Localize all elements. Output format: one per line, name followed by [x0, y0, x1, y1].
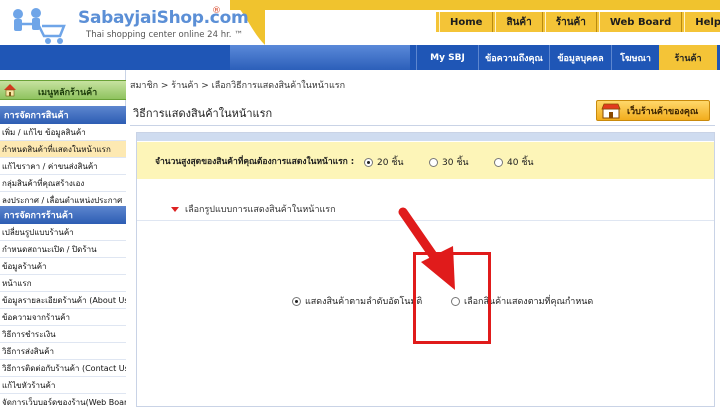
breadcrumb: สมาชิก > ร้านค้า > เลือกวิธีการแสดงสินค้…	[130, 81, 346, 91]
sidebar-item-payment[interactable]: วิธีการชำระเงิน	[0, 326, 126, 343]
quantity-label: จำนวนสูงสุดของสินค้าที่คุณต้องการแสดงในห…	[155, 157, 355, 167]
registered-mark: ®	[212, 6, 221, 16]
radio-selected[interactable]	[364, 157, 373, 167]
sidebar-item-shop-header[interactable]: แก้ไขหัวร้านค้า	[0, 377, 126, 394]
sidebar-item-about-us[interactable]: ข้อมูลรายละเอียดร้านค้า (About Us)	[0, 292, 126, 309]
quantity-option-20[interactable]: 20 ชิ้น	[364, 155, 404, 169]
sidebar-group-products: การจัดการสินค้า	[0, 106, 126, 124]
page-title: วิธีการแสดงสินค้าในหน้าแรก	[133, 107, 273, 120]
sidebar-home-label: เมนูหลักร้านค้า	[38, 88, 98, 98]
sidebar-item-edit-prices[interactable]: แก้ไขราคา / ค่าขนส่งสินค้า	[0, 158, 126, 175]
brand-name: SabayjaiShop.com	[78, 8, 249, 28]
sidebar-item-edit-products[interactable]: เพิ่ม / แก้ไข ข้อมูลสินค้า	[0, 124, 126, 141]
display-option-auto-label: แสดงสินค้าตามลำดับอัตโนมัติ	[305, 297, 423, 307]
sub-nav-my-sbj[interactable]: My SBJ	[416, 45, 478, 70]
sidebar-item-open-close[interactable]: กำหนดสถานะเปิด / ปิดร้าน	[0, 241, 126, 258]
panel-top-strip	[137, 133, 714, 141]
header: SabayjaiShop.com ® Thai shopping center …	[0, 0, 720, 45]
sub-nav-messages[interactable]: ข้อความถึงคุณ	[478, 45, 549, 70]
sidebar-item-homepage[interactable]: หน้าแรก	[0, 275, 126, 292]
top-nav-shops[interactable]: ร้านค้า	[544, 12, 597, 32]
cart-people-icon	[13, 8, 66, 44]
display-mode-section-label: เลือกรูปแบบการแสดงสินค้าในหน้าแรก	[185, 205, 336, 215]
sidebar-item-shop-theme[interactable]: เปลี่ยนรูปแบบร้านค้า	[0, 224, 126, 241]
sidebar-item-shipping[interactable]: วิธีการส่งสินค้า	[0, 343, 126, 360]
quantity-option-20-label: 20 ชิ้น	[377, 158, 404, 168]
title-divider	[130, 125, 715, 126]
house-icon	[4, 84, 16, 97]
sidebar-item-contact-us[interactable]: วิธีการติดต่อกับร้านค้า (Contact Us)	[0, 360, 126, 377]
sidebar-item-shop-message[interactable]: ข้อความจากร้านค้า	[0, 309, 126, 326]
header-bar-highlight	[230, 45, 410, 70]
quantity-option-30[interactable]: 30 ชิ้น	[429, 155, 469, 169]
display-mode-section-toggle[interactable]: เลือกรูปแบบการแสดงสินค้าในหน้าแรก	[171, 202, 336, 216]
quantity-option-40[interactable]: 40 ชิ้น	[494, 155, 534, 169]
quantity-option-40-label: 40 ชิ้น	[507, 158, 534, 168]
sidebar-item-homepage-products[interactable]: กำหนดสินค้าที่แสดงในหน้าแรก	[0, 141, 126, 158]
sub-nav-ads[interactable]: โฆษณา	[611, 45, 659, 70]
top-nav: Home สินค้า ร้านค้า Web Board Help	[436, 12, 720, 32]
top-nav-webboard[interactable]: Web Board	[598, 12, 683, 32]
sidebar-item-shop-info[interactable]: ข้อมูลร้านค้า	[0, 258, 126, 275]
top-nav-home[interactable]: Home	[439, 12, 494, 32]
display-option-auto[interactable]: แสดงสินค้าตามลำดับอัตโนมัติ	[292, 294, 422, 308]
sub-nav-profile[interactable]: ข้อมูลบุคคล	[549, 45, 611, 70]
sidebar-group-shop: การจัดการร้านค้า	[0, 206, 126, 224]
storefront-icon	[601, 103, 621, 118]
sub-nav: My SBJ ข้อความถึงคุณ ข้อมูลบุคคล โฆษณา ร…	[416, 45, 717, 70]
radio-unselected[interactable]	[429, 157, 438, 167]
brand-logo[interactable]: SabayjaiShop.com ® Thai shopping center …	[8, 4, 249, 44]
brand-tagline: Thai shopping center online 24 hr. ™	[86, 30, 243, 40]
radio-selected[interactable]	[292, 296, 301, 306]
quantity-row: จำนวนสูงสุดของสินค้าที่คุณต้องการแสดงในห…	[137, 142, 714, 179]
view-shop-label: เว็บร้านค้าของคุณ	[627, 106, 699, 117]
pointer-arrow-icon	[398, 207, 455, 290]
quantity-option-30-label: 30 ชิ้น	[442, 158, 469, 168]
top-nav-help[interactable]: Help	[684, 12, 720, 32]
sub-nav-shop[interactable]: ร้านค้า	[659, 45, 717, 70]
header-stripe	[230, 0, 720, 10]
sidebar: เมนูหลักร้านค้า การจัดการสินค้า เพิ่ม / …	[0, 70, 126, 407]
sidebar-item-web-board[interactable]: จัดการเว็บบอร์ดของร้าน(Web Board)	[0, 394, 126, 407]
caret-down-icon	[171, 206, 179, 212]
view-shop-button[interactable]: เว็บร้านค้าของคุณ	[596, 100, 710, 121]
top-nav-products[interactable]: สินค้า	[495, 12, 543, 32]
sidebar-home[interactable]: เมนูหลักร้านค้า	[0, 80, 126, 100]
sidebar-item-product-groups[interactable]: กลุ่มสินค้าที่คุณสร้างเอง	[0, 175, 126, 192]
radio-unselected[interactable]	[494, 157, 503, 167]
